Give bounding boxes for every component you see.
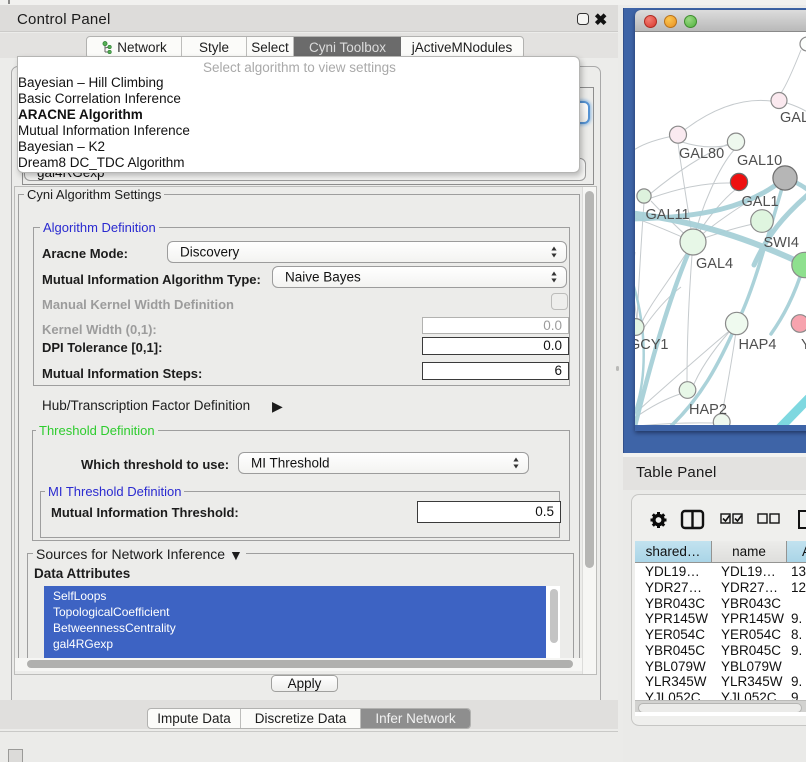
svg-text:SWI4: SWI4 <box>764 235 799 251</box>
svg-text:GAL11: GAL11 <box>646 207 690 223</box>
svg-text:HAP2: HAP2 <box>689 402 727 418</box>
svg-text:GAL10: GAL10 <box>737 153 782 169</box>
svg-text:YE: YE <box>801 337 806 353</box>
svg-text:GAL4: GAL4 <box>696 256 733 272</box>
svg-text:HAP4: HAP4 <box>739 337 777 353</box>
svg-text:GCY1: GCY1 <box>635 337 669 353</box>
svg-text:GAL1: GAL1 <box>742 194 779 210</box>
svg-text:GAL7: GAL7 <box>780 110 806 126</box>
svg-text:GAL80: GAL80 <box>679 146 724 162</box>
